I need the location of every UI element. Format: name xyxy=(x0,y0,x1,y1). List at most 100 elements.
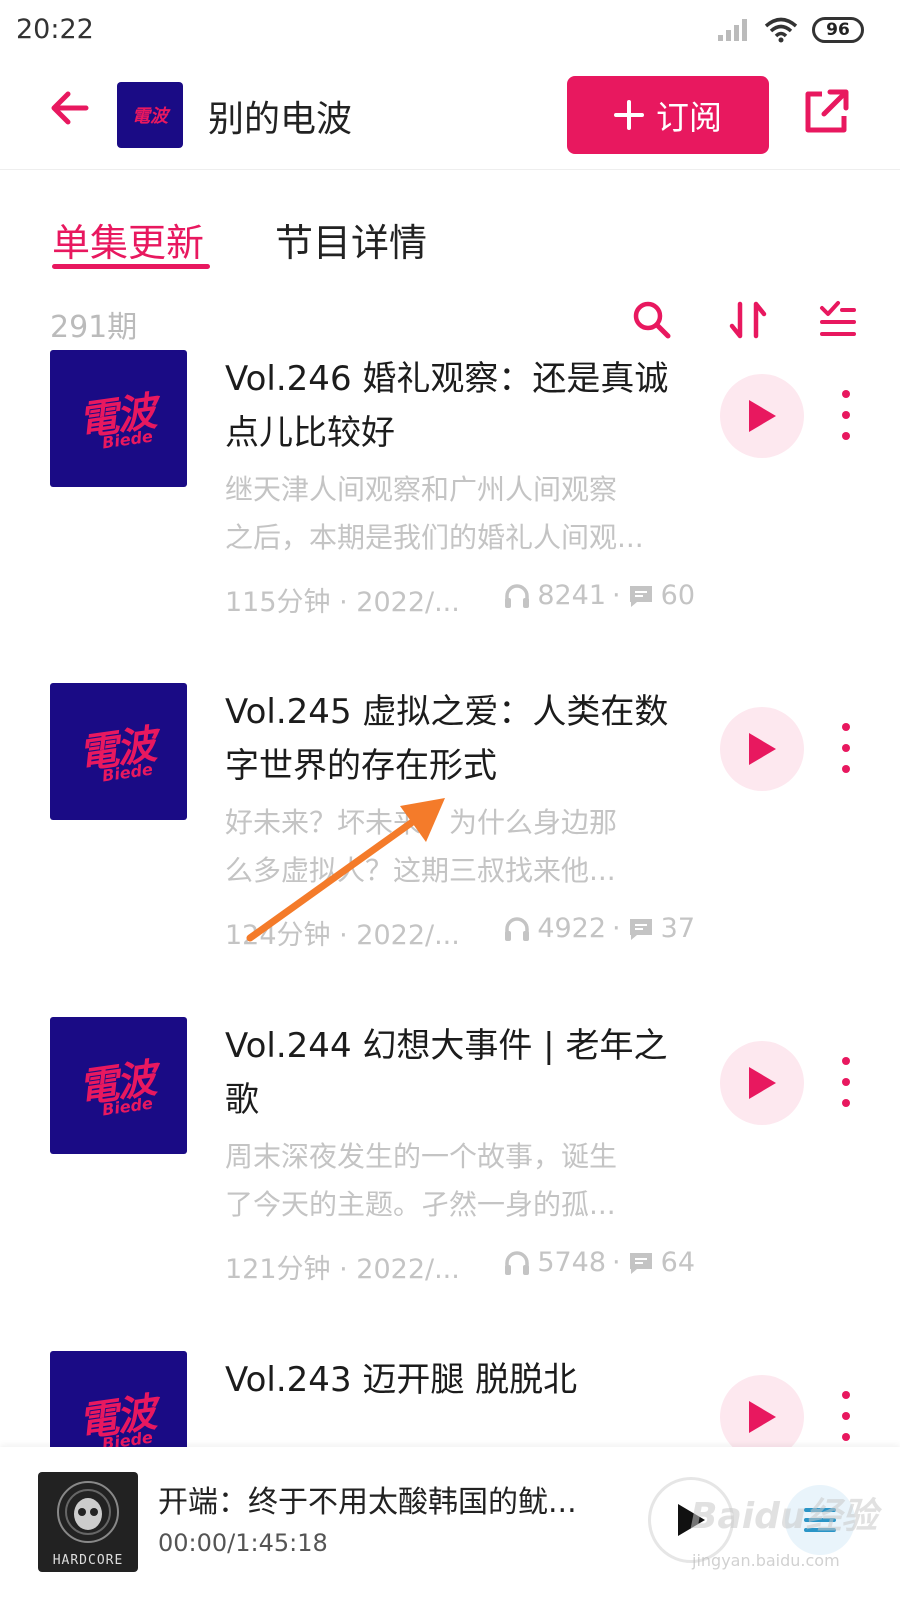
play-icon xyxy=(749,733,776,765)
episode-item[interactable]: 電波 Biede Vol.243 迈开腿 脱脱北 xyxy=(0,1351,900,1447)
episode-stats: 8241 · 60 xyxy=(503,580,695,611)
episode-title[interactable]: Vol.244 幻想大事件 | 老年之歌 xyxy=(225,1019,695,1127)
more-options-button[interactable] xyxy=(836,390,856,440)
episode-cover: 電波 Biede xyxy=(50,683,187,820)
app-header: 電波 别的电波 订阅 xyxy=(0,62,900,170)
comment-icon xyxy=(629,585,652,607)
episode-description: 好未来？坏未来？为什么身边那 么多虚拟人？这期三叔找来他... xyxy=(225,799,695,895)
play-button[interactable] xyxy=(720,1041,804,1125)
more-vertical-icon xyxy=(842,744,850,752)
more-options-button[interactable] xyxy=(836,1057,856,1107)
arrow-left-icon xyxy=(51,91,89,125)
more-vertical-icon xyxy=(842,1391,850,1399)
episode-item[interactable]: 電波 Biede Vol.245 虚拟之爱：人类在数字世界的存在形式 好未来？坏… xyxy=(0,683,900,1003)
play-count: 5748 xyxy=(537,1247,607,1278)
tab-episodes[interactable]: 单集更新 xyxy=(52,212,204,267)
meta-separator: · xyxy=(612,1247,621,1278)
episode-toolbar: 291期 xyxy=(0,296,900,346)
play-count: 8241 xyxy=(537,580,607,611)
meta-separator: · xyxy=(612,913,621,944)
episode-desc-line: 继天津人间观察和广州人间观察 xyxy=(225,473,618,506)
episode-duration-date: 115分钟 · 2022/... xyxy=(225,587,460,618)
episode-description: 继天津人间观察和广州人间观察 之后，本期是我们的婚礼人间观... xyxy=(225,466,695,562)
episode-stats: 4922 · 37 xyxy=(503,913,695,944)
player-episode-title[interactable]: 开端：终于不用太酸韩国的鱿... xyxy=(158,1477,598,1521)
more-vertical-icon xyxy=(842,1433,850,1441)
comment-icon xyxy=(629,918,652,940)
episode-title[interactable]: Vol.246 婚礼观察：还是真诚点儿比较好 xyxy=(225,352,695,460)
share-button[interactable] xyxy=(800,86,852,138)
status-bar: 20:22 96 xyxy=(0,0,900,62)
more-vertical-icon xyxy=(842,723,850,731)
episode-cover: 電波 Biede xyxy=(50,1351,187,1447)
tab-bar: 单集更新 节目详情 xyxy=(0,200,900,278)
player-cover: HARDCORE xyxy=(38,1472,138,1572)
episode-desc-line: 周末深夜发生的一个故事，诞生 xyxy=(225,1140,618,1173)
tab-indicator xyxy=(52,264,210,269)
sort-button[interactable] xyxy=(726,298,770,342)
episode-item[interactable]: 電波 Biede Vol.244 幻想大事件 | 老年之歌 周末深夜发生的一个故… xyxy=(0,1017,900,1337)
play-icon xyxy=(749,400,776,432)
more-options-button[interactable] xyxy=(836,1391,856,1441)
episode-stats: 5748 · 64 xyxy=(503,1247,695,1278)
more-vertical-icon xyxy=(842,1099,850,1107)
checklist-icon xyxy=(820,301,856,336)
play-button[interactable] xyxy=(720,1375,804,1447)
more-vertical-icon xyxy=(842,1078,850,1086)
player-cover-label: HARDCORE xyxy=(52,1553,124,1568)
episode-description: 周末深夜发生的一个故事，诞生 了今天的主题。孑然一身的孤... xyxy=(225,1133,695,1229)
channel-title: 别的电波 xyxy=(208,99,353,140)
watermark-url: jingyan.baidu.com xyxy=(692,1551,840,1570)
play-icon xyxy=(749,1067,776,1099)
play-button[interactable] xyxy=(720,707,804,791)
share-icon xyxy=(805,89,849,133)
filter-button[interactable] xyxy=(816,298,860,342)
watermark: Baidu经验 xyxy=(690,1496,878,1537)
episode-count: 291期 xyxy=(50,310,138,345)
more-vertical-icon xyxy=(842,432,850,440)
episode-desc-line: 之后，本期是我们的婚礼人间观... xyxy=(225,521,644,554)
status-icons: 96 xyxy=(716,16,864,44)
headphones-icon xyxy=(505,1250,530,1275)
more-vertical-icon xyxy=(842,1412,850,1420)
episode-desc-line: 么多虚拟人？这期三叔找来他... xyxy=(225,854,616,887)
search-icon xyxy=(633,301,671,339)
headphones-icon xyxy=(505,583,530,608)
subscribe-label: 订阅 xyxy=(656,98,722,137)
comment-count: 64 xyxy=(660,1247,695,1278)
episode-duration-date: 124分钟 · 2022/... xyxy=(225,920,460,951)
episode-desc-line: 好未来？坏未来？为什么身边那 xyxy=(225,806,618,839)
back-button[interactable] xyxy=(46,84,94,132)
sort-icon xyxy=(729,301,767,339)
episode-item[interactable]: 電波 Biede Vol.246 婚礼观察：还是真诚点儿比较好 继天津人间观察和… xyxy=(0,350,900,670)
more-options-button[interactable] xyxy=(836,723,856,773)
battery-indicator: 96 xyxy=(812,17,864,43)
comment-count: 60 xyxy=(660,580,695,611)
more-vertical-icon xyxy=(842,411,850,419)
more-vertical-icon xyxy=(842,1057,850,1065)
play-icon xyxy=(749,1401,776,1433)
status-time: 20:22 xyxy=(16,14,94,45)
play-button[interactable] xyxy=(720,374,804,458)
comment-icon xyxy=(629,1252,652,1274)
headphones-icon xyxy=(505,916,530,941)
player-time: 00:00/1:45:18 xyxy=(158,1529,328,1557)
more-vertical-icon xyxy=(842,765,850,773)
search-button[interactable] xyxy=(630,298,674,342)
episode-meta: 124分钟 · 2022/... 4922 · 37 xyxy=(225,911,695,951)
tab-details[interactable]: 节目详情 xyxy=(275,212,427,267)
episode-meta: 121分钟 · 2022/... 5748 · 64 xyxy=(225,1245,695,1285)
meta-separator: · xyxy=(612,580,621,611)
episode-meta: 115分钟 · 2022/... 8241 · 60 xyxy=(225,578,695,618)
comment-count: 37 xyxy=(660,913,695,944)
episode-duration-date: 121分钟 · 2022/... xyxy=(225,1254,460,1285)
subscribe-button[interactable]: 订阅 xyxy=(567,76,769,154)
mini-player[interactable]: HARDCORE 开端：终于不用太酸韩国的鱿... 00:00/1:45:18 … xyxy=(0,1447,900,1600)
episode-cover: 電波 Biede xyxy=(50,350,187,487)
episode-title[interactable]: Vol.245 虚拟之爱：人类在数字世界的存在形式 xyxy=(225,685,695,793)
episode-title[interactable]: Vol.243 迈开腿 脱脱北 xyxy=(225,1353,695,1407)
episode-desc-line: 了今天的主题。孑然一身的孤... xyxy=(225,1188,616,1221)
plus-icon xyxy=(614,100,644,130)
channel-cover: 電波 xyxy=(117,82,183,148)
episode-cover: 電波 Biede xyxy=(50,1017,187,1154)
